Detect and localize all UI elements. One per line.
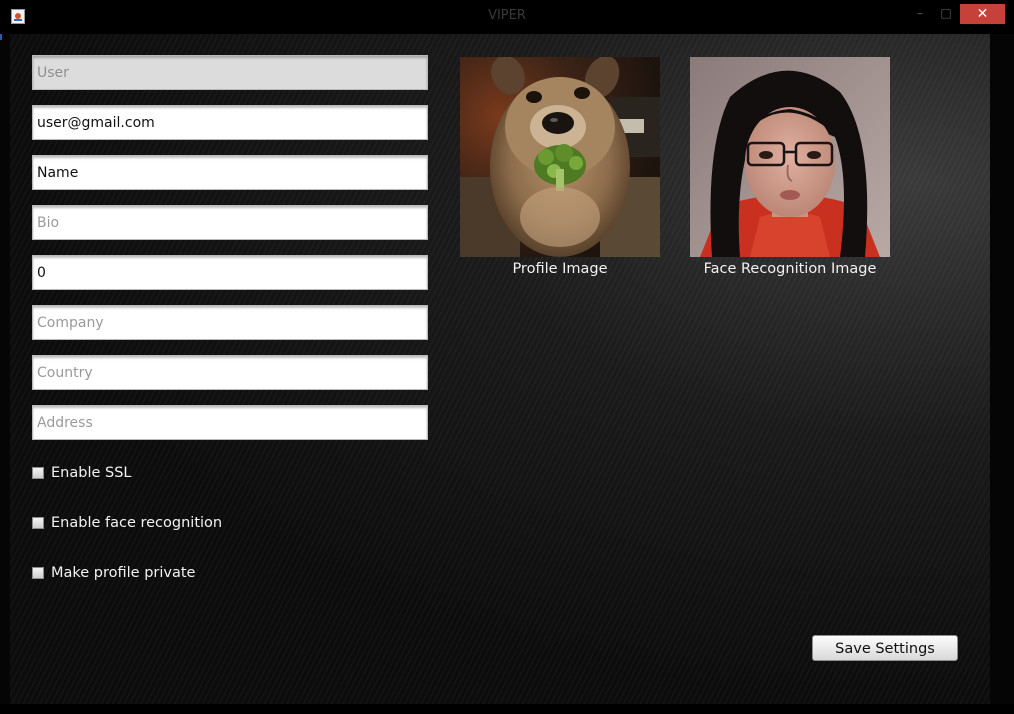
settings-panel: Enable SSL Enable face recognition Make … <box>10 34 990 704</box>
profile-image[interactable] <box>460 57 660 257</box>
maximize-button[interactable]: □ <box>934 4 958 24</box>
minimize-button[interactable]: – <box>908 4 932 24</box>
window-bottom-edge <box>0 704 1014 714</box>
title-bar[interactable]: VIPER – □ ✕ <box>0 0 1014 34</box>
face-photo-illustration <box>690 57 890 257</box>
close-button[interactable]: ✕ <box>960 4 1005 24</box>
profile-image-caption: Profile Image <box>512 261 608 277</box>
enable-ssl-checkbox[interactable] <box>32 467 44 479</box>
make-profile-private-option[interactable]: Make profile private <box>32 563 195 583</box>
viper-window: VIPER – □ ✕ Enable SSL Enable face recog… <box>0 0 1014 714</box>
address-field[interactable] <box>32 405 428 440</box>
enable-ssl-option[interactable]: Enable SSL <box>32 463 132 483</box>
make-profile-private-checkbox[interactable] <box>32 567 44 579</box>
face-recognition-image[interactable] <box>690 57 890 257</box>
face-recognition-image-caption: Face Recognition Image <box>703 261 877 277</box>
enable-ssl-label: Enable SSL <box>51 465 132 481</box>
save-settings-button[interactable]: Save Settings <box>812 635 958 661</box>
country-field[interactable] <box>32 355 428 390</box>
make-profile-private-label: Make profile private <box>51 565 196 581</box>
enable-face-recognition-checkbox[interactable] <box>32 517 44 529</box>
window-edge-accent <box>0 34 2 40</box>
name-field[interactable] <box>32 155 428 190</box>
number-field[interactable] <box>32 255 428 290</box>
window-title: VIPER <box>488 8 526 23</box>
enable-face-recognition-option[interactable]: Enable face recognition <box>32 513 222 533</box>
email-field[interactable] <box>32 105 428 140</box>
bio-field[interactable] <box>32 205 428 240</box>
enable-face-recognition-label: Enable face recognition <box>51 515 223 531</box>
user-field <box>32 55 428 90</box>
company-field[interactable] <box>32 305 428 340</box>
dog-photo-illustration <box>460 57 660 257</box>
